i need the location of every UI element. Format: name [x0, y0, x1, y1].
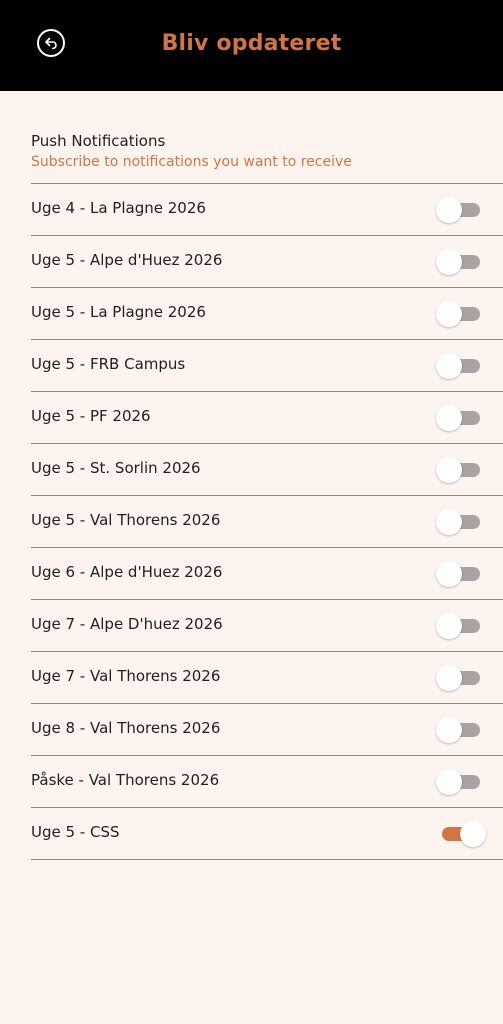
toggle-knob [436, 197, 462, 223]
list-item: Uge 5 - CSS [31, 807, 503, 859]
notification-toggle[interactable] [436, 300, 484, 328]
notification-toggle[interactable] [436, 352, 484, 380]
list-item-label: Uge 5 - Alpe d'Huez 2026 [31, 251, 223, 269]
notification-toggle[interactable] [436, 820, 486, 848]
notification-toggle[interactable] [436, 664, 484, 692]
list-item-label: Påske - Val Thorens 2026 [31, 771, 220, 789]
list-item: Uge 7 - Val Thorens 2026 [31, 651, 503, 703]
notification-toggle[interactable] [436, 612, 484, 640]
notification-list: Uge 4 - La Plagne 2026 Uge 5 - Alpe d'Hue… [0, 183, 503, 860]
section-subtitle: Subscribe to notifications you want to r… [31, 154, 352, 170]
toggle-knob [436, 405, 462, 431]
notification-toggle[interactable] [436, 768, 484, 796]
toggle-knob [436, 301, 462, 327]
toggle-knob [436, 665, 462, 691]
section-title: Push Notifications [31, 132, 166, 150]
page-title: Bliv opdateret [161, 31, 342, 56]
toggle-knob [460, 821, 486, 847]
list-item: Uge 6 - Alpe d'Huez 2026 [31, 547, 503, 599]
list-item: Påske - Val Thorens 2026 [31, 755, 503, 807]
divider [31, 859, 503, 860]
notification-toggle[interactable] [436, 716, 484, 744]
list-item-label: Uge 7 - Val Thorens 2026 [31, 667, 221, 685]
list-item-label: Uge 5 - FRB Campus [31, 355, 186, 373]
list-item-label: Uge 6 - Alpe d'Huez 2026 [31, 563, 223, 581]
toggle-knob [436, 717, 462, 743]
list-item-label: Uge 7 - Alpe D'huez 2026 [31, 615, 223, 633]
notification-toggle[interactable] [436, 196, 484, 224]
list-item-label: Uge 5 - PF 2026 [31, 407, 151, 425]
toggle-knob [436, 613, 462, 639]
notification-toggle[interactable] [436, 404, 484, 432]
list-item-label: Uge 5 - La Plagne 2026 [31, 303, 206, 321]
toggle-knob [436, 457, 462, 483]
list-item: Uge 5 - FRB Campus [31, 339, 503, 391]
notification-toggle[interactable] [436, 508, 484, 536]
list-item: Uge 4 - La Plagne 2026 [31, 183, 503, 235]
notification-toggle[interactable] [436, 456, 484, 484]
list-item-label: Uge 4 - La Plagne 2026 [31, 199, 206, 217]
notification-toggle[interactable] [436, 248, 484, 276]
list-item: Uge 5 - Val Thorens 2026 [31, 495, 503, 547]
list-item-label: Uge 8 - Val Thorens 2026 [31, 719, 221, 737]
notification-toggle[interactable] [436, 560, 484, 588]
list-item: Uge 5 - St. Sorlin 2026 [31, 443, 503, 495]
list-item: Uge 5 - Alpe d'Huez 2026 [31, 235, 503, 287]
list-item: Uge 5 - La Plagne 2026 [31, 287, 503, 339]
app-header: Bliv opdateret [0, 0, 503, 91]
toggle-knob [436, 769, 462, 795]
toggle-knob [436, 249, 462, 275]
section-header: Push Notifications Subscribe to notifica… [31, 131, 471, 172]
toggle-knob [436, 509, 462, 535]
list-item: Uge 8 - Val Thorens 2026 [31, 703, 503, 755]
list-item-label: Uge 5 - St. Sorlin 2026 [31, 459, 201, 477]
toggle-knob [436, 353, 462, 379]
toggle-knob [436, 561, 462, 587]
list-item: Uge 5 - PF 2026 [31, 391, 503, 443]
list-item: Uge 7 - Alpe D'huez 2026 [31, 599, 503, 651]
list-item-label: Uge 5 - CSS [31, 823, 120, 841]
list-item-label: Uge 5 - Val Thorens 2026 [31, 511, 221, 529]
